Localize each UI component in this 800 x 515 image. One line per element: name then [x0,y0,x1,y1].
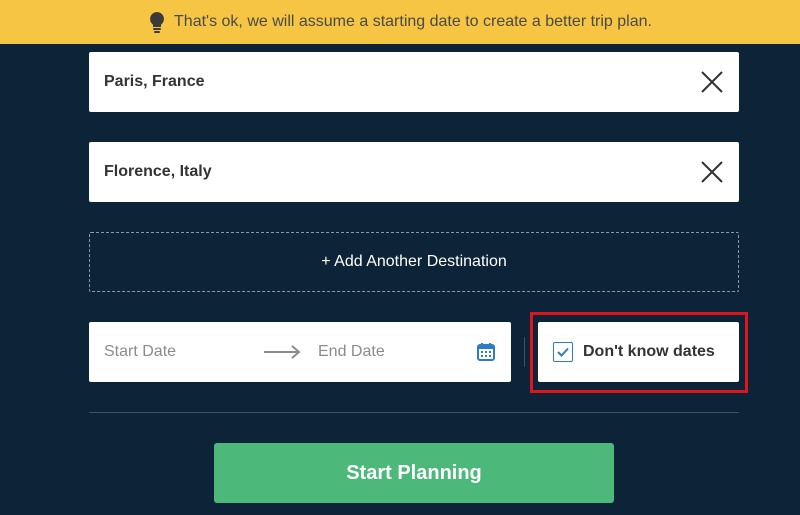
dont-know-dates-label: Don't know dates [583,343,715,360]
start-date-field[interactable]: Start Date [104,343,264,361]
destination-name: Paris, France [104,73,205,90]
add-destination-button[interactable]: + Add Another Destination [89,232,739,292]
close-icon[interactable] [699,159,725,185]
divider [524,337,525,367]
checkbox[interactable] [553,342,573,362]
date-range-picker[interactable]: Start Date End Date [89,322,511,382]
calendar-icon[interactable] [476,342,496,362]
start-planning-label: Start Planning [346,461,482,484]
section-divider [89,412,739,413]
dont-know-dates-checkbox[interactable]: Don't know dates [538,322,739,382]
close-icon[interactable] [699,69,725,95]
info-banner: That's ok, we will assume a starting dat… [0,0,800,44]
lightbulb-icon [150,12,164,33]
start-planning-button[interactable]: Start Planning [214,443,614,503]
arrow-right-icon [264,345,301,359]
add-destination-label: + Add Another Destination [321,253,507,270]
checkmark-icon [557,347,569,357]
destination-field-1[interactable]: Paris, France [89,52,739,112]
end-date-field[interactable]: End Date [318,343,476,361]
destination-name: Florence, Italy [104,163,212,180]
banner-text: That's ok, we will assume a starting dat… [174,13,652,30]
destination-field-2[interactable]: Florence, Italy [89,142,739,202]
